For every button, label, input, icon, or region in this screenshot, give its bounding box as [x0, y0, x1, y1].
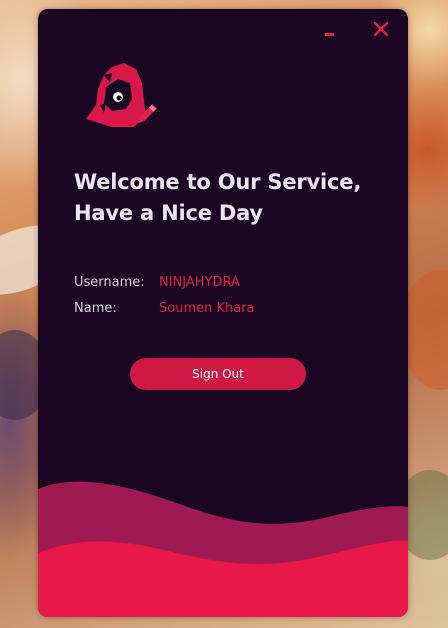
name-value: Soumen Khara	[159, 301, 255, 316]
username-label: Username:	[74, 275, 145, 290]
sign-out-button[interactable]: Sign Out	[130, 358, 306, 390]
welcome-line-2: Have a Nice Day	[74, 201, 263, 225]
minimize-button[interactable]	[323, 29, 337, 39]
welcome-line-1: Welcome to Our Service,	[74, 170, 362, 194]
app-logo	[82, 61, 164, 141]
close-button[interactable]	[372, 20, 390, 38]
signed-in-window: Welcome to Our Service, Have a Nice Day …	[38, 9, 408, 617]
decorative-waves	[38, 481, 408, 617]
welcome-heading: Welcome to Our Service, Have a Nice Day	[74, 167, 394, 229]
close-icon	[373, 21, 389, 37]
minimize-icon	[325, 33, 334, 36]
username-value: NINJAHYDRA	[159, 275, 240, 290]
hooded-ninja-with-pencil-icon	[86, 63, 157, 127]
name-label: Name:	[74, 301, 117, 316]
